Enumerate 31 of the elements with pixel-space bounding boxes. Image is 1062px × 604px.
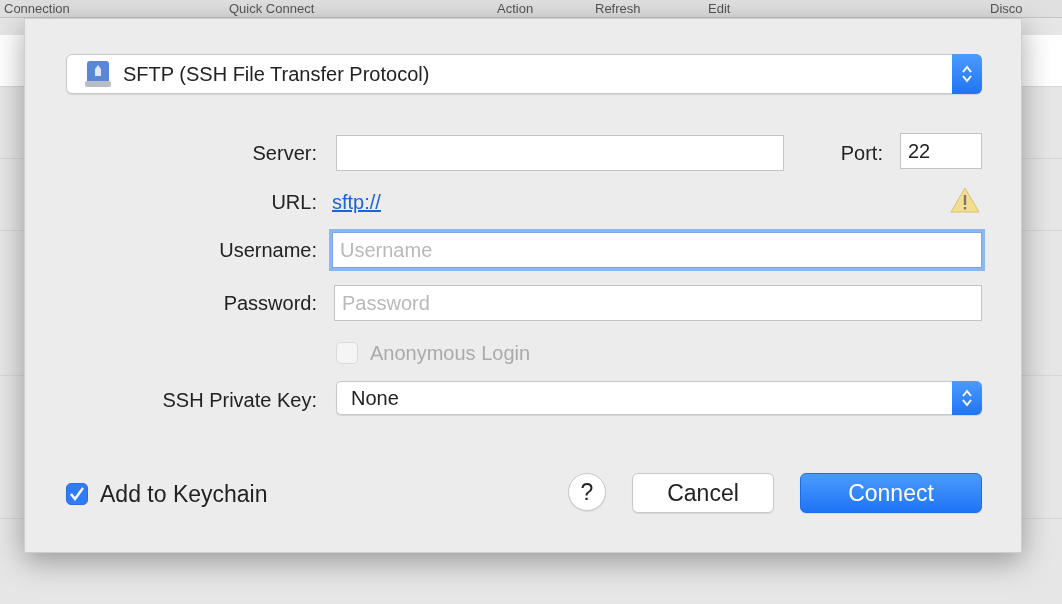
protocol-popup[interactable]: SFTP (SSH File Transfer Protocol) (66, 54, 982, 94)
field-label: Password: (223, 291, 317, 315)
field-label: Username: (219, 238, 317, 262)
password-field[interactable]: Password (334, 285, 982, 321)
drive-icon (83, 59, 113, 89)
server-field[interactable] (336, 135, 784, 171)
field-label: Port: (840, 141, 883, 165)
toolbar-item[interactable]: Disco (990, 1, 1023, 16)
keychain-checkbox[interactable] (66, 483, 88, 505)
popup-value: SFTP (SSH File Transfer Protocol) (123, 62, 430, 87)
checkbox-label: Anonymous Login (370, 341, 531, 366)
popup-value: None (351, 386, 399, 411)
field-label: URL: (271, 190, 317, 214)
connect-button[interactable]: Connect (800, 473, 982, 513)
warning-icon (949, 186, 981, 214)
toolbar-item[interactable]: Edit (708, 1, 731, 16)
url-link[interactable]: sftp:// (332, 190, 381, 214)
ssh-key-popup[interactable]: None (336, 381, 982, 415)
field-label: Server: (252, 141, 317, 165)
toolbar-item[interactable]: Action (497, 1, 534, 16)
stepper-icon (961, 388, 973, 408)
stepper-icon (961, 64, 973, 84)
toolbar-item[interactable]: Quick Connect (229, 1, 315, 16)
checkbox-label: Add to Keychain (100, 481, 268, 507)
toolbar-item[interactable]: Connection (4, 1, 70, 16)
port-field[interactable]: 22 (900, 133, 982, 169)
cancel-button[interactable]: Cancel (632, 473, 774, 513)
help-button[interactable]: ? (568, 473, 606, 511)
toolbar-item[interactable]: Refresh (595, 1, 641, 16)
username-field[interactable]: Username (332, 232, 982, 268)
field-label: SSH Private Key: (162, 388, 317, 412)
